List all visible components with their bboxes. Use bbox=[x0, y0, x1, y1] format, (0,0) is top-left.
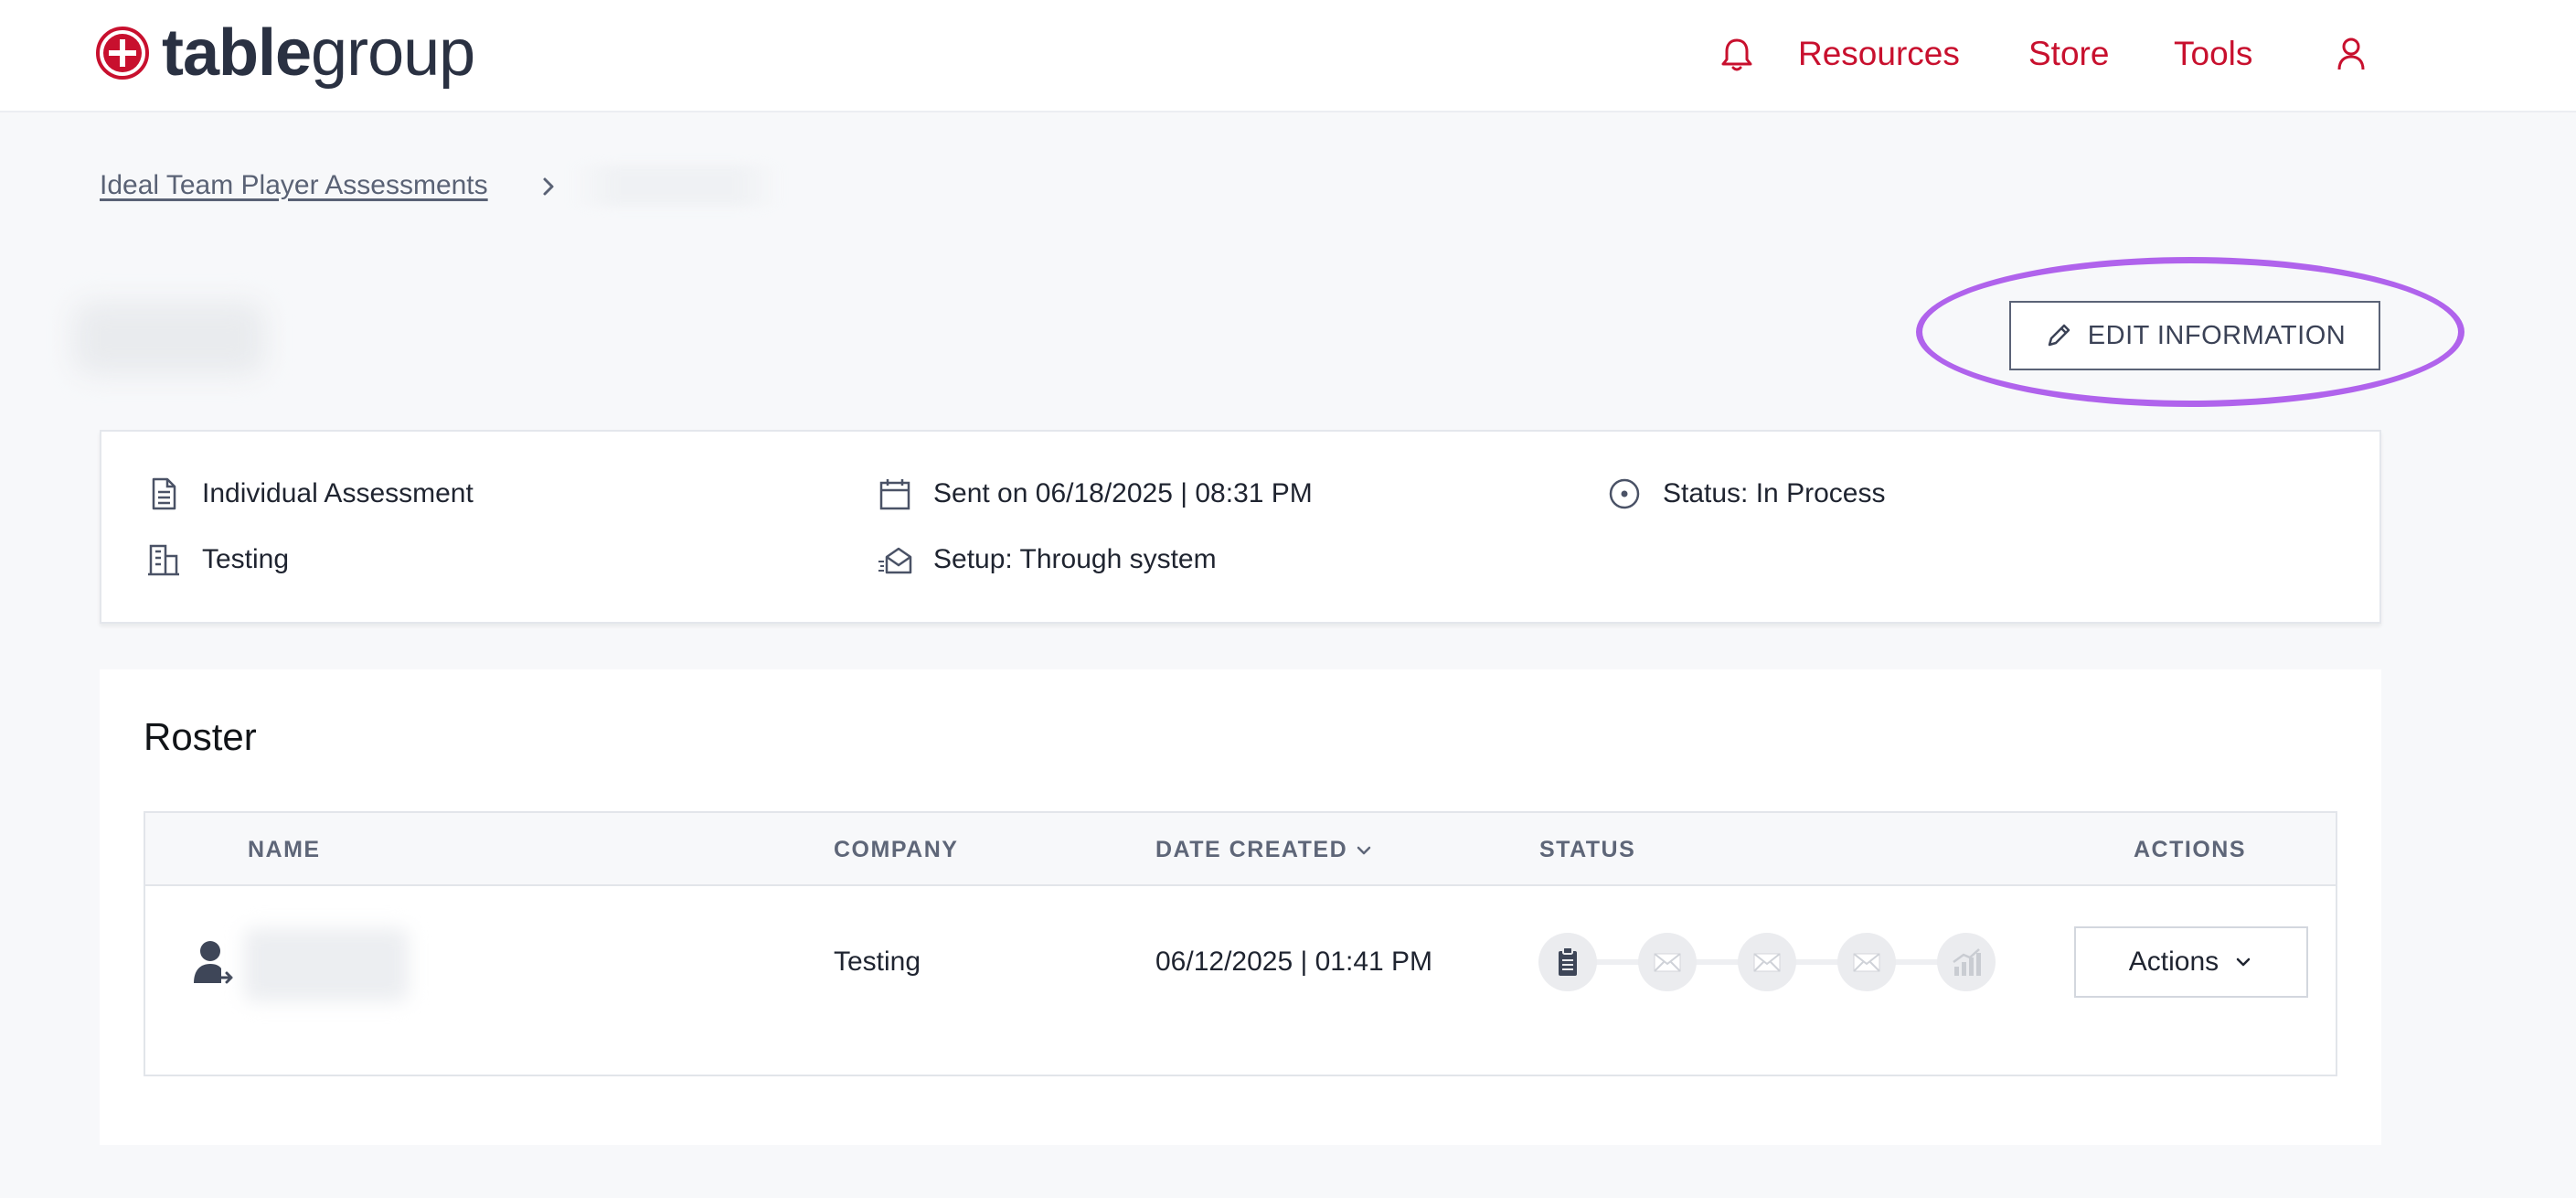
edit-information-button[interactable]: EDIT INFORMATION bbox=[2009, 301, 2380, 370]
status-step-mail-1[interactable] bbox=[1638, 933, 1697, 991]
participant-name-redacted bbox=[244, 928, 409, 1001]
info-sent-on: Sent on 06/18/2025 | 08:31 PM bbox=[877, 476, 1313, 512]
calendar-icon bbox=[879, 479, 910, 510]
main-nav: Resources Store Tools bbox=[0, 31, 2576, 77]
roster-title: Roster bbox=[144, 715, 257, 758]
info-assessment-type-text: Individual Assessment bbox=[202, 478, 474, 508]
clipboard-icon bbox=[1559, 947, 1577, 976]
info-company: Testing bbox=[145, 541, 289, 578]
info-setup: Setup: Through system bbox=[877, 541, 1217, 578]
table-row: Testing 06/12/2025 | 01:41 PM Actions bbox=[145, 888, 2336, 1076]
column-header-date-created[interactable]: DATE CREATED bbox=[1155, 813, 1373, 886]
info-assessment-type: Individual Assessment bbox=[145, 476, 474, 512]
column-header-company[interactable]: COMPANY bbox=[834, 813, 958, 886]
column-header-name[interactable]: NAME bbox=[248, 813, 321, 886]
chart-icon bbox=[1953, 948, 1981, 976]
status-step-report[interactable] bbox=[1937, 933, 1996, 991]
cell-company: Testing bbox=[834, 947, 921, 977]
breadcrumb-current-redacted bbox=[571, 165, 782, 207]
document-icon bbox=[152, 477, 176, 510]
user-icon[interactable] bbox=[2332, 35, 2370, 73]
building-icon bbox=[148, 544, 179, 576]
roster-table: NAME COMPANY DATE CREATED STATUS ACTIONS… bbox=[144, 811, 2337, 1076]
nav-store[interactable]: Store bbox=[2028, 31, 2109, 77]
column-header-date-created-label: DATE CREATED bbox=[1155, 837, 1348, 862]
top-header: table group Resources Store Tools bbox=[0, 0, 2576, 112]
status-step-mail-3[interactable] bbox=[1837, 933, 1896, 991]
actions-dropdown-button[interactable]: Actions bbox=[2074, 926, 2308, 998]
info-status-text: Status: In Process bbox=[1663, 478, 1886, 508]
status-step-mail-2[interactable] bbox=[1738, 933, 1796, 991]
info-setup-text: Setup: Through system bbox=[933, 544, 1217, 574]
page-title-redacted bbox=[73, 302, 265, 375]
chevron-down-icon bbox=[2236, 957, 2251, 967]
status-step-assessment[interactable] bbox=[1538, 933, 1597, 991]
actions-dropdown-label: Actions bbox=[2128, 947, 2219, 977]
nav-resources[interactable]: Resources bbox=[1798, 31, 1960, 77]
envelope-send-icon bbox=[878, 547, 912, 574]
bell-icon[interactable] bbox=[1718, 35, 1756, 73]
mail-icon bbox=[1753, 953, 1781, 972]
nav-tools[interactable]: Tools bbox=[2174, 31, 2252, 77]
info-sent-on-text: Sent on 06/18/2025 | 08:31 PM bbox=[933, 478, 1313, 508]
person-arrow-icon bbox=[194, 941, 233, 984]
column-header-actions: ACTIONS bbox=[2134, 837, 2246, 862]
edit-information-label: EDIT INFORMATION bbox=[2087, 320, 2347, 350]
pencil-icon bbox=[2048, 324, 2070, 347]
mail-icon bbox=[1654, 953, 1681, 972]
chevron-down-icon bbox=[1357, 847, 1371, 855]
column-header-status[interactable]: STATUS bbox=[1539, 813, 1635, 886]
cell-date-created: 06/12/2025 | 01:41 PM bbox=[1155, 947, 1433, 977]
status-progress-track bbox=[1538, 933, 1996, 991]
chevron-right-icon bbox=[543, 177, 554, 196]
status-circle-icon bbox=[1609, 478, 1640, 509]
info-company-text: Testing bbox=[202, 544, 290, 574]
assessment-info-card: Individual Assessment Sent on 06/18/2025… bbox=[100, 430, 2381, 624]
roster-table-header: NAME COMPANY DATE CREATED STATUS ACTIONS bbox=[145, 813, 2336, 886]
roster-section: Roster NAME COMPANY DATE CREATED STATUS … bbox=[100, 669, 2381, 1145]
mail-icon bbox=[1853, 953, 1880, 972]
breadcrumb-parent-link[interactable]: Ideal Team Player Assessments bbox=[100, 170, 488, 201]
info-status: Status: In Process bbox=[1606, 476, 1885, 512]
